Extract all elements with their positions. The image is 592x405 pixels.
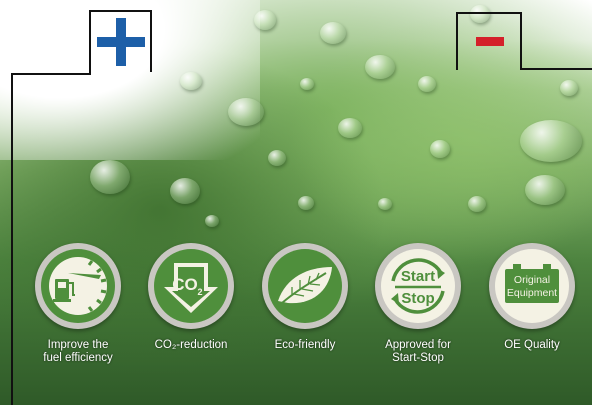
water-drop [468, 196, 486, 212]
start-stop-icon: Start Stop [375, 243, 461, 329]
water-drop [365, 55, 395, 79]
water-drop [378, 198, 392, 210]
feature-start-stop: Start Stop Approved for Start-Stop [362, 243, 474, 365]
water-drop [300, 78, 314, 90]
equipment-label: Equipment [507, 287, 557, 299]
water-drop [205, 215, 219, 227]
feature-co2-reduction: CO 2 CO₂-reduction [135, 243, 247, 352]
water-drop [418, 76, 436, 92]
co2-arrow-icon: CO 2 [148, 243, 234, 329]
feature-oe-quality: Original Equipment OE Quality [476, 243, 588, 352]
fuel-gauge-icon [35, 243, 121, 329]
water-drop [90, 160, 130, 194]
feature-list: Improve the fuel efficiency CO 2 CO₂-red… [0, 243, 592, 393]
water-drop [338, 118, 362, 138]
water-drop [520, 120, 582, 162]
water-drop [320, 22, 346, 44]
water-drop [430, 140, 450, 158]
water-drop [298, 196, 314, 210]
water-drop [170, 178, 200, 204]
feature-fuel-efficiency: Improve the fuel efficiency [22, 243, 134, 365]
feature-caption: Improve the fuel efficiency [43, 339, 113, 364]
feature-eco-friendly: Eco-friendly [249, 243, 361, 352]
feature-caption: Eco-friendly [274, 339, 336, 351]
water-drop [180, 72, 202, 90]
feature-caption: Approved for Start-Stop [385, 339, 451, 364]
water-drop [470, 5, 490, 23]
plus-icon [97, 18, 145, 66]
battery-icon: Original Equipment [489, 243, 575, 329]
feature-caption: CO₂-reduction [154, 339, 228, 351]
water-drop [560, 80, 578, 96]
co2-subscript: 2 [197, 287, 202, 297]
start-label: Start [401, 268, 435, 285]
co2-label: CO [172, 275, 198, 294]
minus-icon [476, 37, 504, 46]
water-drop [228, 98, 264, 126]
feature-caption: OE Quality [504, 339, 560, 351]
water-drop [525, 175, 565, 205]
leaf-icon [262, 243, 348, 329]
water-drop [254, 10, 276, 30]
water-drop [268, 150, 286, 166]
original-label: Original [514, 274, 550, 286]
stop-label: Stop [401, 290, 434, 307]
